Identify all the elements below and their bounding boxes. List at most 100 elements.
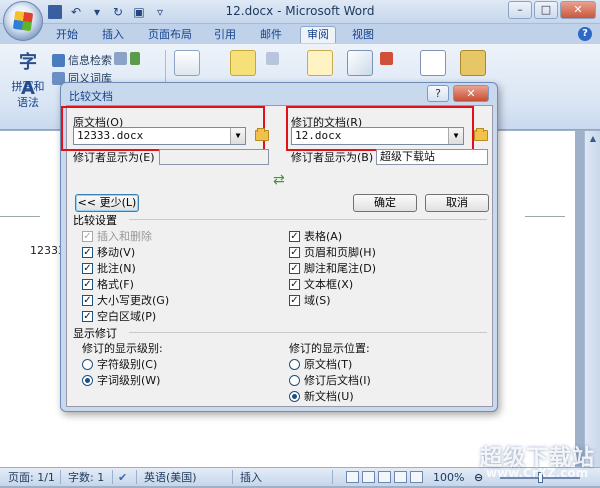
checkbox[interactable]: ✓ <box>289 246 300 258</box>
tab-view[interactable]: 视图 <box>346 27 380 44</box>
original-document-browse-icon[interactable] <box>255 128 269 141</box>
revised-author-field[interactable]: 超级下载站 <box>376 149 488 165</box>
level-word[interactable]: 字词级别(W) <box>82 372 160 388</box>
print-layout-view-icon[interactable] <box>346 471 359 483</box>
setting-formatting[interactable]: ✓ 格式(F) <box>82 276 134 292</box>
radio[interactable] <box>289 358 300 370</box>
checkbox[interactable]: ✓ <box>289 294 300 306</box>
tab-page-layout[interactable]: 页面布局 <box>142 27 198 44</box>
radio[interactable] <box>289 374 300 386</box>
setting-fields[interactable]: ✓ 域(S) <box>289 292 331 308</box>
zoom-slider-thumb[interactable] <box>537 472 543 483</box>
setting-footnotes-endnotes[interactable]: ✓ 脚注和尾注(D) <box>289 260 376 276</box>
revised-document-dropdown-icon[interactable]: ▼ <box>448 128 463 144</box>
checkbox[interactable]: ✓ <box>82 310 93 322</box>
original-document-value: 12333.docx <box>77 129 144 142</box>
ribbon-tabs: 开始 插入 页面布局 引用 邮件 审阅 视图 ? <box>0 24 600 44</box>
location-revised[interactable]: 修订后文档(I) <box>289 372 371 388</box>
radio[interactable] <box>82 358 93 370</box>
word-count[interactable]: 字数: 1 <box>68 470 104 485</box>
status-separator <box>332 470 333 484</box>
track-changes-icon <box>230 50 256 76</box>
checkbox[interactable]: ✓ <box>289 262 300 274</box>
tab-references[interactable]: 引用 <box>208 27 242 44</box>
insert-mode[interactable]: 插入 <box>240 470 262 485</box>
new-comment-button[interactable] <box>172 50 202 78</box>
level-character[interactable]: 字符级别(C) <box>82 356 157 372</box>
proofing-icon[interactable]: ✔ <box>118 470 127 485</box>
tab-mailings[interactable]: 邮件 <box>254 27 288 44</box>
checkbox[interactable]: ✓ <box>82 262 93 274</box>
page-margin-corner-right <box>525 216 565 241</box>
help-icon[interactable]: ? <box>578 27 592 41</box>
web-layout-view-icon[interactable] <box>378 471 391 483</box>
setting-white-space[interactable]: ✓ 空白区域(P) <box>82 308 156 324</box>
setting-textboxes[interactable]: ✓ 文本框(X) <box>289 276 353 292</box>
setting-moves[interactable]: ✓ 移动(V) <box>82 244 135 260</box>
setting-comments[interactable]: ✓ 批注(N) <box>82 260 136 276</box>
research-button[interactable]: 信息检索 <box>52 52 112 68</box>
setting-insertions-deletions[interactable]: ✓ 插入和删除 <box>82 228 152 244</box>
revised-document-value: 12.docx <box>295 129 342 142</box>
draft-view-icon[interactable] <box>410 471 423 483</box>
checkbox[interactable]: ✓ <box>82 246 93 258</box>
scroll-up-icon[interactable]: ▲ <box>585 131 600 147</box>
show-level-label: 修订的显示级别: <box>82 342 163 355</box>
reject-icon <box>380 52 393 65</box>
checkbox[interactable]: ✓ <box>82 294 93 306</box>
show-source-button[interactable] <box>418 50 448 78</box>
revised-document-browse-icon[interactable] <box>474 128 488 141</box>
checkbox[interactable]: ✓ <box>289 278 300 290</box>
revised-document-combo[interactable]: 12.docx ▼ <box>291 127 464 145</box>
cancel-button[interactable]: 取消 <box>425 194 489 212</box>
show-changes-divider <box>129 332 487 333</box>
tab-insert[interactable]: 插入 <box>96 27 130 44</box>
outline-view-icon[interactable] <box>394 471 407 483</box>
compare-button[interactable] <box>345 50 375 78</box>
zoom-level[interactable]: 100% <box>433 470 464 485</box>
page-count[interactable]: 页面: 1/1 <box>8 470 55 485</box>
ok-button[interactable]: 确定 <box>353 194 417 212</box>
less-button[interactable]: << 更少(L) <box>75 194 139 212</box>
show-location-label: 修订的显示位置: <box>289 342 370 355</box>
reject-button[interactable] <box>380 52 393 65</box>
location-new-document[interactable]: 新文档(U) <box>289 388 354 404</box>
status-separator <box>136 470 137 484</box>
close-window-button[interactable]: ✕ <box>560 1 596 19</box>
balloons-button[interactable] <box>266 52 279 65</box>
lock-icon <box>460 50 486 76</box>
setting-headers-footers[interactable]: ✓ 页眉和页脚(H) <box>289 244 376 260</box>
location-original[interactable]: 原文档(T) <box>289 356 352 372</box>
original-author-field[interactable] <box>159 149 269 165</box>
dialog-close-button[interactable]: ✕ <box>453 85 489 102</box>
spelling-grammar-button[interactable]: 字A 拼写和 语法 <box>8 50 48 110</box>
translate-button[interactable] <box>114 52 140 65</box>
status-separator <box>60 470 61 484</box>
research-label: 信息检索 <box>68 54 112 67</box>
language-icon <box>130 52 140 65</box>
accept-button[interactable] <box>305 50 335 78</box>
office-button[interactable] <box>3 1 43 41</box>
vertical-scrollbar[interactable]: ▲ <box>584 131 600 467</box>
setting-case-changes[interactable]: ✓ 大小写更改(G) <box>82 292 169 308</box>
language-status[interactable]: 英语(美国) <box>144 470 197 485</box>
status-bar: 页面: 1/1 字数: 1 ✔ 英语(美国) 插入 100% ⊖ <box>0 467 600 486</box>
checkbox[interactable]: ✓ <box>289 230 300 242</box>
checkbox[interactable]: ✓ <box>82 278 93 290</box>
setting-tables[interactable]: ✓ 表格(A) <box>289 228 342 244</box>
swap-documents-icon[interactable]: ⇄ <box>273 172 285 188</box>
track-changes-button[interactable] <box>228 50 258 78</box>
radio[interactable] <box>82 374 93 386</box>
full-screen-reading-view-icon[interactable] <box>362 471 375 483</box>
maximize-button[interactable]: □ <box>534 1 558 19</box>
zoom-out-icon[interactable]: ⊖ <box>474 470 483 485</box>
tab-home[interactable]: 开始 <box>50 27 84 44</box>
protect-document-button[interactable] <box>458 50 488 78</box>
checkbox[interactable]: ✓ <box>82 230 93 242</box>
radio[interactable] <box>289 390 300 402</box>
tab-review[interactable]: 审阅 <box>300 26 336 43</box>
original-document-dropdown-icon[interactable]: ▼ <box>230 128 245 144</box>
dialog-help-button[interactable]: ? <box>427 85 449 102</box>
original-document-combo[interactable]: 12333.docx ▼ <box>73 127 246 145</box>
minimize-button[interactable]: – <box>508 1 532 19</box>
